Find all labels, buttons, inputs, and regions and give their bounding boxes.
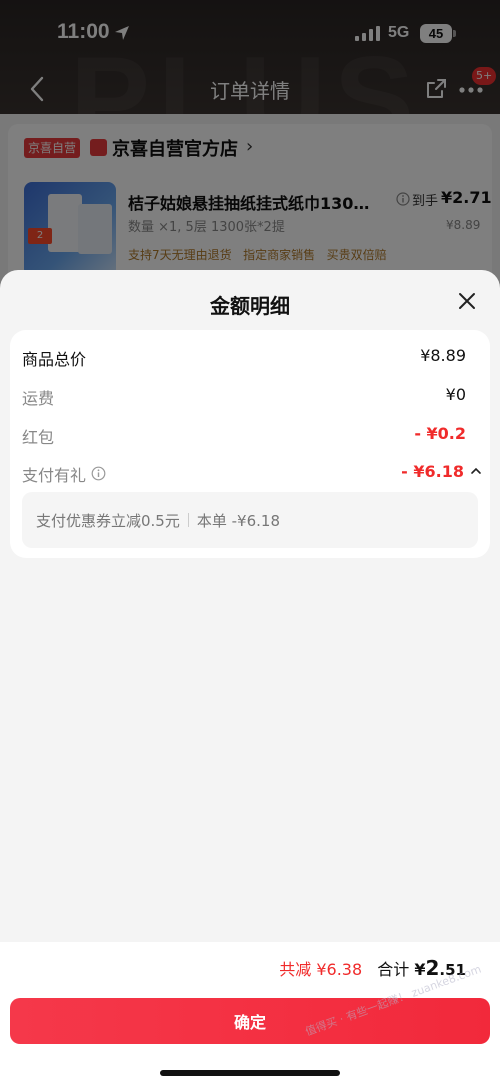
row-label: 红包 (22, 428, 55, 447)
sheet-title: 金额明细 (210, 294, 290, 318)
coupon-desc: 支付优惠券立减0.5元 (36, 512, 180, 530)
amount-detail-card: 商品总价 ¥8.89 运费 ¥0 红包 - ¥0.2 支付有礼 - ¥6.18 (10, 330, 490, 558)
home-indicator (160, 1070, 340, 1076)
coupon-order-amount: 本单 -¥6.18 (196, 512, 280, 530)
row-label: 支付有礼 (22, 466, 87, 485)
row-shipping: 运费 ¥0 (22, 385, 478, 409)
row-value: ¥0 (445, 385, 466, 404)
row-value: ¥8.89 (420, 346, 466, 365)
confirm-button[interactable]: 确定 (10, 998, 490, 1044)
total-currency: ¥ (414, 960, 426, 979)
info-icon[interactable] (91, 466, 106, 481)
row-label: 运费 (22, 389, 55, 408)
row-payment-gift[interactable]: 支付有礼 - ¥6.18 (22, 462, 481, 486)
close-icon[interactable] (456, 290, 478, 312)
sheet-footer: 共减 ¥6.38 合计 ¥2.51 确定 值得买 · 有些一起赚！ zuanke… (0, 942, 500, 1084)
row-label: 商品总价 (22, 350, 87, 369)
row-value: - ¥6.18 (401, 462, 464, 481)
row-goods-total: 商品总价 ¥8.89 (22, 346, 478, 370)
coupon-detail-box: 支付优惠券立减0.5元 本单 -¥6.18 (22, 492, 478, 548)
row-value: - ¥0.2 (414, 424, 466, 443)
saving-amount: 共减 ¥6.38 (279, 960, 363, 979)
row-red-packet: 红包 - ¥0.2 (22, 424, 478, 448)
chevron-up-icon[interactable] (470, 466, 482, 476)
total-label: 合计 (377, 960, 410, 979)
coupon-text: 支付优惠券立减0.5元 本单 -¥6.18 (36, 510, 280, 531)
